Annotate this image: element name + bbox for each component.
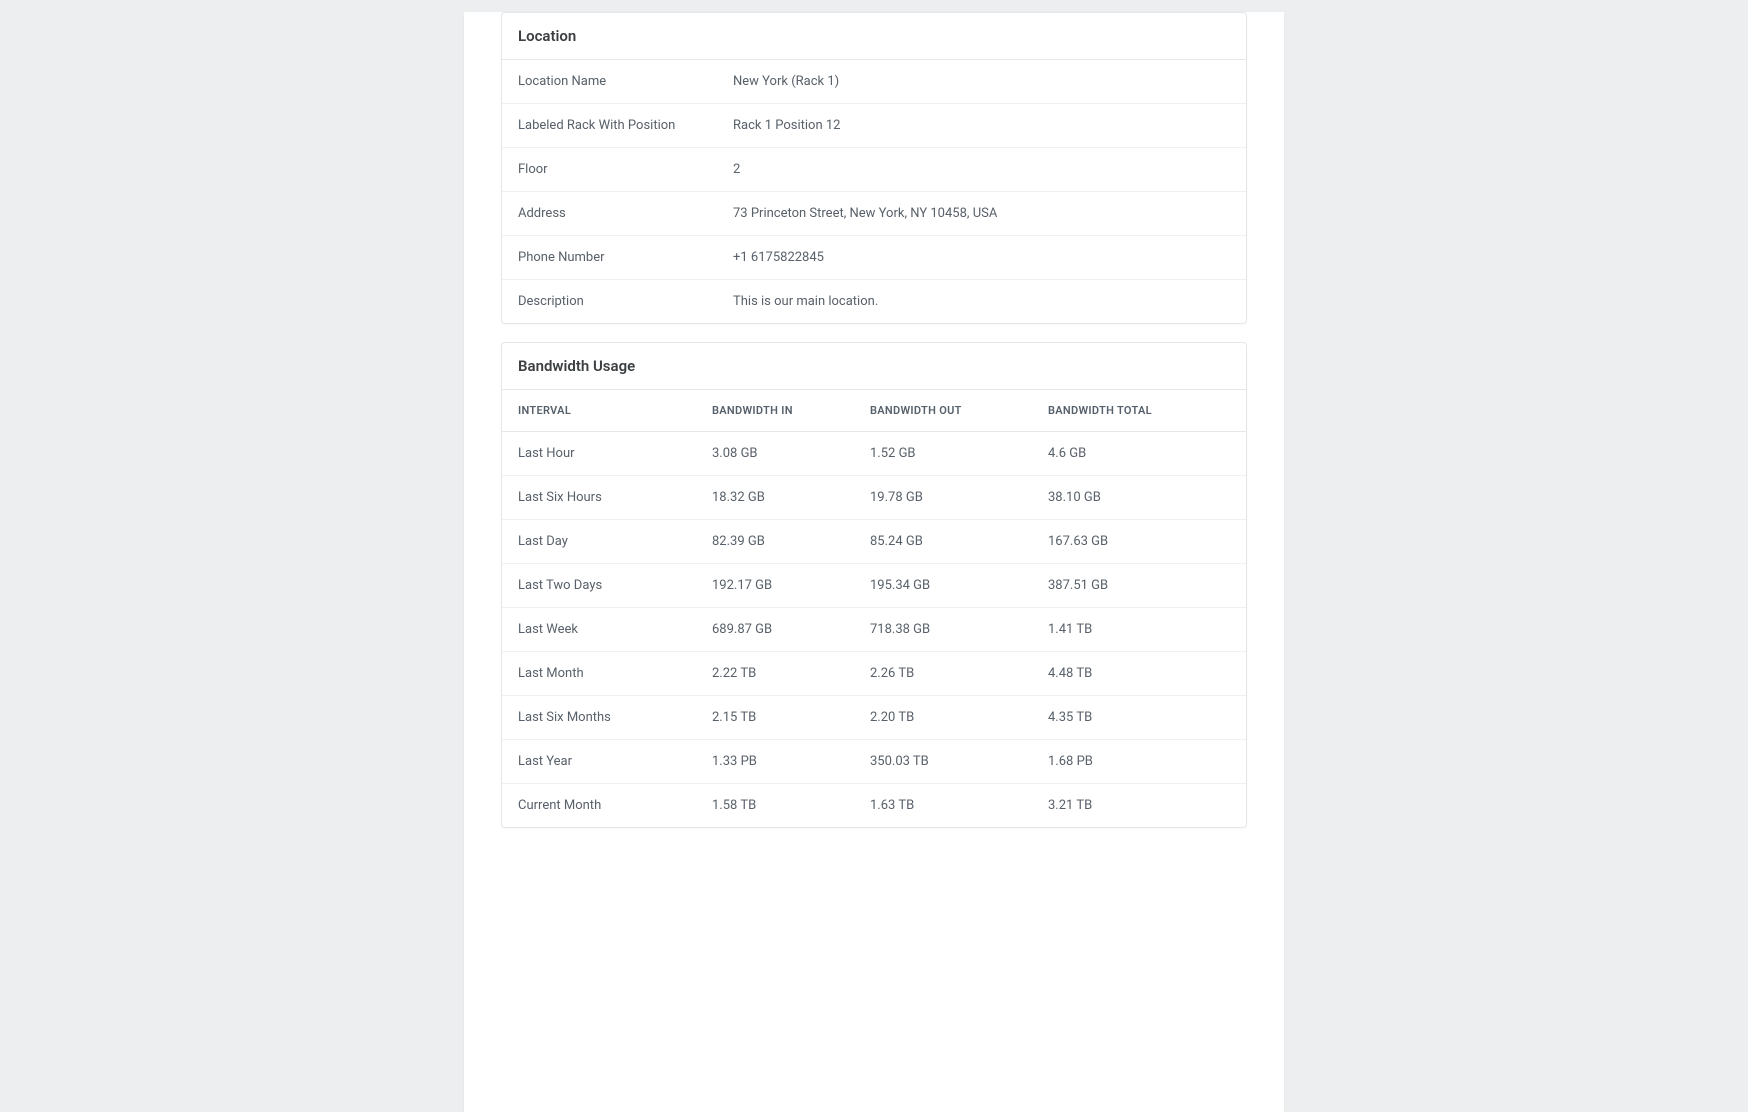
location-row-label: Location Name: [518, 74, 733, 89]
bandwidth-in-cell: 689.87 GB: [696, 608, 854, 652]
location-row-value: New York (Rack 1): [733, 74, 839, 89]
bandwidth-row: Last Week689.87 GB718.38 GB1.41 TB: [502, 608, 1246, 652]
interval-cell: Last Month: [502, 652, 696, 696]
bandwidth-total-cell: 167.63 GB: [1032, 520, 1246, 564]
bandwidth-total-cell: 4.6 GB: [1032, 432, 1246, 476]
bandwidth-row: Last Six Hours18.32 GB19.78 GB38.10 GB: [502, 476, 1246, 520]
col-interval-header: INTERVAL: [502, 390, 696, 432]
bandwidth-title: Bandwidth Usage: [518, 357, 1230, 375]
bandwidth-total-cell: 387.51 GB: [1032, 564, 1246, 608]
bandwidth-out-cell: 2.20 TB: [854, 696, 1032, 740]
bandwidth-in-cell: 82.39 GB: [696, 520, 854, 564]
bandwidth-in-cell: 2.15 TB: [696, 696, 854, 740]
page-container: Location Location NameNew York (Rack 1)L…: [464, 12, 1284, 1112]
col-total-header: BANDWIDTH TOTAL: [1032, 390, 1246, 432]
location-card-header: Location: [502, 13, 1246, 60]
bandwidth-in-cell: 3.08 GB: [696, 432, 854, 476]
bandwidth-row: Last Month2.22 TB2.26 TB4.48 TB: [502, 652, 1246, 696]
bandwidth-in-cell: 2.22 TB: [696, 652, 854, 696]
bandwidth-total-cell: 38.10 GB: [1032, 476, 1246, 520]
location-row-value: 2: [733, 162, 740, 177]
location-row-value: Rack 1 Position 12: [733, 118, 840, 133]
interval-cell: Last Year: [502, 740, 696, 784]
col-in-header: BANDWIDTH IN: [696, 390, 854, 432]
interval-cell: Current Month: [502, 784, 696, 828]
interval-cell: Last Day: [502, 520, 696, 564]
bandwidth-out-cell: 718.38 GB: [854, 608, 1032, 652]
location-card: Location Location NameNew York (Rack 1)L…: [501, 12, 1247, 324]
bandwidth-out-cell: 1.52 GB: [854, 432, 1032, 476]
bandwidth-out-cell: 2.26 TB: [854, 652, 1032, 696]
interval-cell: Last Six Months: [502, 696, 696, 740]
location-row: Phone Number+1 6175822845: [502, 236, 1246, 280]
bandwidth-out-cell: 350.03 TB: [854, 740, 1032, 784]
location-row-value: +1 6175822845: [733, 250, 824, 265]
bandwidth-table: INTERVAL BANDWIDTH IN BANDWIDTH OUT BAND…: [502, 390, 1246, 827]
bandwidth-total-cell: 1.68 PB: [1032, 740, 1246, 784]
bandwidth-header-row: INTERVAL BANDWIDTH IN BANDWIDTH OUT BAND…: [502, 390, 1246, 432]
bandwidth-total-cell: 4.35 TB: [1032, 696, 1246, 740]
bandwidth-out-cell: 1.63 TB: [854, 784, 1032, 828]
bandwidth-in-cell: 192.17 GB: [696, 564, 854, 608]
bandwidth-out-cell: 195.34 GB: [854, 564, 1032, 608]
location-row-label: Phone Number: [518, 250, 733, 265]
col-out-header: BANDWIDTH OUT: [854, 390, 1032, 432]
interval-cell: Last Week: [502, 608, 696, 652]
bandwidth-out-cell: 85.24 GB: [854, 520, 1032, 564]
location-row: Floor2: [502, 148, 1246, 192]
location-row: Labeled Rack With PositionRack 1 Positio…: [502, 104, 1246, 148]
location-row: Location NameNew York (Rack 1): [502, 60, 1246, 104]
bandwidth-total-cell: 3.21 TB: [1032, 784, 1246, 828]
location-row: Address73 Princeton Street, New York, NY…: [502, 192, 1246, 236]
bandwidth-row: Current Month1.58 TB1.63 TB3.21 TB: [502, 784, 1246, 828]
bandwidth-card: Bandwidth Usage INTERVAL BANDWIDTH IN BA…: [501, 342, 1247, 828]
interval-cell: Last Hour: [502, 432, 696, 476]
bandwidth-row: Last Year1.33 PB350.03 TB1.68 PB: [502, 740, 1246, 784]
location-row-label: Labeled Rack With Position: [518, 118, 733, 133]
interval-cell: Last Two Days: [502, 564, 696, 608]
bandwidth-out-cell: 19.78 GB: [854, 476, 1032, 520]
location-row: DescriptionThis is our main location.: [502, 280, 1246, 323]
bandwidth-in-cell: 1.33 PB: [696, 740, 854, 784]
bandwidth-row: Last Six Months2.15 TB2.20 TB4.35 TB: [502, 696, 1246, 740]
bandwidth-in-cell: 18.32 GB: [696, 476, 854, 520]
location-title: Location: [518, 27, 1230, 45]
bandwidth-total-cell: 4.48 TB: [1032, 652, 1246, 696]
bandwidth-card-header: Bandwidth Usage: [502, 343, 1246, 390]
location-row-label: Floor: [518, 162, 733, 177]
bandwidth-row: Last Day82.39 GB85.24 GB167.63 GB: [502, 520, 1246, 564]
bandwidth-in-cell: 1.58 TB: [696, 784, 854, 828]
bandwidth-row: Last Hour3.08 GB1.52 GB4.6 GB: [502, 432, 1246, 476]
interval-cell: Last Six Hours: [502, 476, 696, 520]
location-row-label: Description: [518, 294, 733, 309]
location-row-label: Address: [518, 206, 733, 221]
bandwidth-total-cell: 1.41 TB: [1032, 608, 1246, 652]
bandwidth-row: Last Two Days192.17 GB195.34 GB387.51 GB: [502, 564, 1246, 608]
location-body: Location NameNew York (Rack 1)Labeled Ra…: [502, 60, 1246, 323]
location-row-value: This is our main location.: [733, 294, 878, 309]
location-row-value: 73 Princeton Street, New York, NY 10458,…: [733, 206, 997, 221]
